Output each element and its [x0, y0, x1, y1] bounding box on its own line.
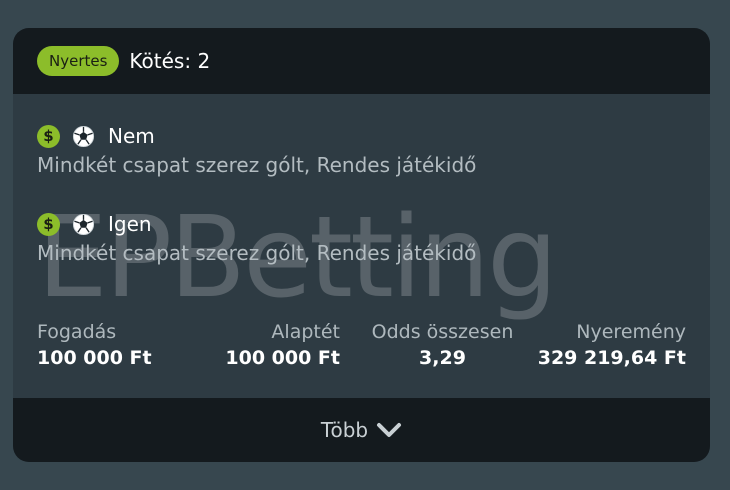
winnings-value: 329 219,64 Ft [537, 347, 686, 369]
bet-title: Kötés: 2 [129, 49, 211, 73]
selection-pick: Igen [108, 212, 152, 236]
selection-market: Mindkét csapat szerez gólt, Rendes játék… [37, 241, 477, 265]
dollar-coin-icon: $ [37, 212, 60, 236]
selection-market: Mindkét csapat szerez gólt, Rendes játék… [37, 153, 477, 177]
base-stake-value: 100 000 Ft [225, 347, 340, 369]
total-odds-label: Odds összesen [371, 321, 514, 343]
bet-card: Nyertes Kötés: 2 EPBetting $ Nem Mindkét… [13, 28, 710, 462]
winnings-label: Nyeremény [576, 321, 686, 343]
base-stake-label: Alaptét [271, 321, 340, 343]
status-badge: Nyertes [37, 46, 120, 76]
more-label: Több [320, 418, 369, 442]
dollar-coin-icon: $ [37, 124, 60, 148]
bet-card-header: Nyertes Kötés: 2 [13, 28, 710, 94]
base-stake-stat: Alaptét 100 000 Ft [215, 320, 340, 370]
stake-label: Fogadás [37, 321, 117, 343]
soccer-ball-icon [72, 213, 95, 235]
stake-value: 100 000 Ft [37, 347, 152, 369]
selection-pick: Nem [108, 124, 155, 148]
chevron-down-icon [377, 423, 402, 437]
soccer-ball-icon [72, 125, 95, 147]
selection-item: $ Igen Mindkét csapat szerez gólt, Rende… [37, 210, 476, 265]
winnings-stat: Nyeremény 329 219,64 Ft [538, 320, 686, 370]
more-button[interactable]: Több [13, 398, 710, 462]
stake-stat: Fogadás 100 000 Ft [37, 320, 152, 370]
total-odds-stat: Odds összesen 3,29 [355, 320, 530, 370]
selection-item: $ Nem Mindkét csapat szerez gólt, Rendes… [37, 122, 476, 177]
total-odds-value: 3,29 [419, 347, 466, 369]
